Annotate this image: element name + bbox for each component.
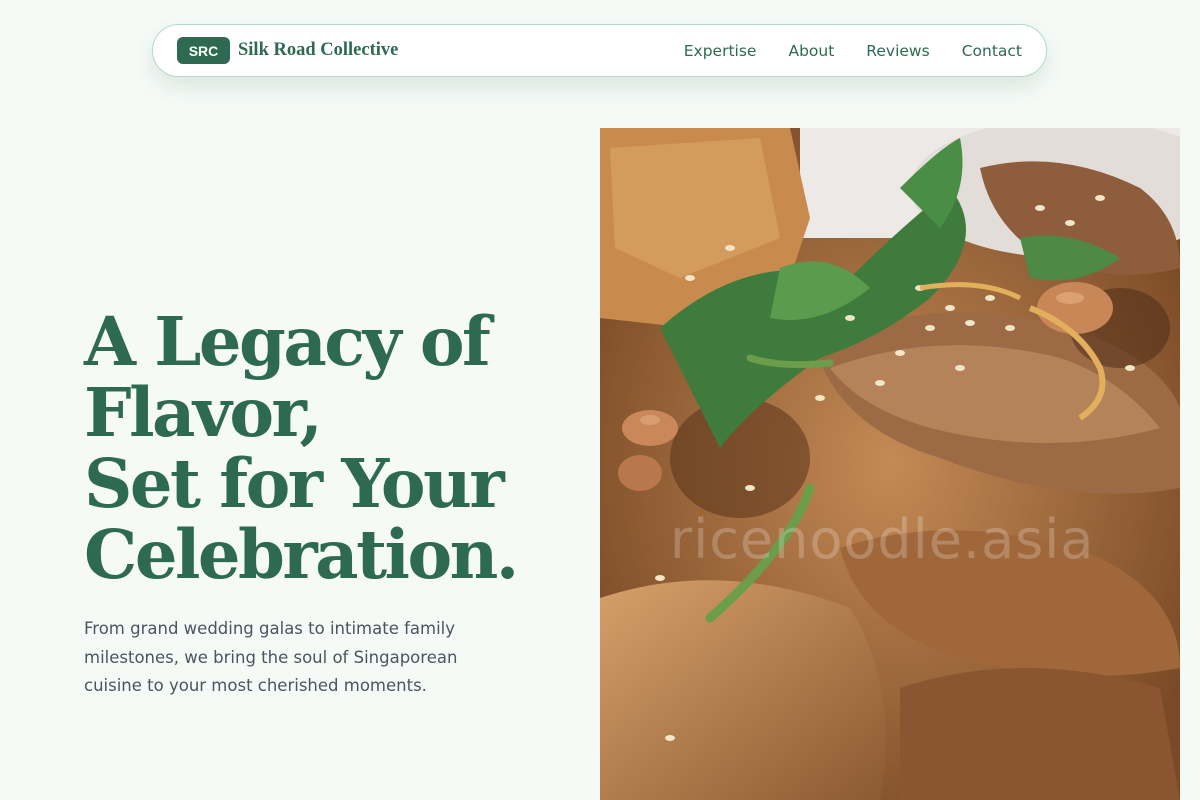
nav-link-about[interactable]: About — [788, 42, 834, 60]
nav-link-expertise[interactable]: Expertise — [684, 42, 757, 60]
nav-link-reviews[interactable]: Reviews — [866, 42, 929, 60]
brand-name[interactable]: Silk Road Collective — [238, 40, 398, 61]
hero-title-line: Flavor, — [84, 373, 323, 452]
hero-subtitle: From grand wedding galas to intimate fam… — [84, 619, 458, 695]
brand-badge[interactable]: SRC — [177, 37, 230, 64]
food-illustration — [600, 128, 1180, 800]
hero-title-line: Set for Your — [84, 444, 505, 523]
nav-links: Expertise About Reviews Contact — [684, 42, 1022, 60]
hero-food-photo: ricenoodle.asia — [600, 128, 1180, 800]
photo-watermark: ricenoodle.asia — [670, 508, 1095, 571]
brand[interactable]: SRC Silk Road Collective — [177, 37, 398, 64]
hero-title-line: A Legacy of — [84, 302, 491, 381]
hero-title: A Legacy of Flavor, Set for Your Celebra… — [84, 306, 564, 590]
hero-title-line: Celebration. — [84, 515, 519, 594]
top-nav: SRC Silk Road Collective Expertise About… — [152, 24, 1047, 77]
nav-link-contact[interactable]: Contact — [962, 42, 1022, 60]
